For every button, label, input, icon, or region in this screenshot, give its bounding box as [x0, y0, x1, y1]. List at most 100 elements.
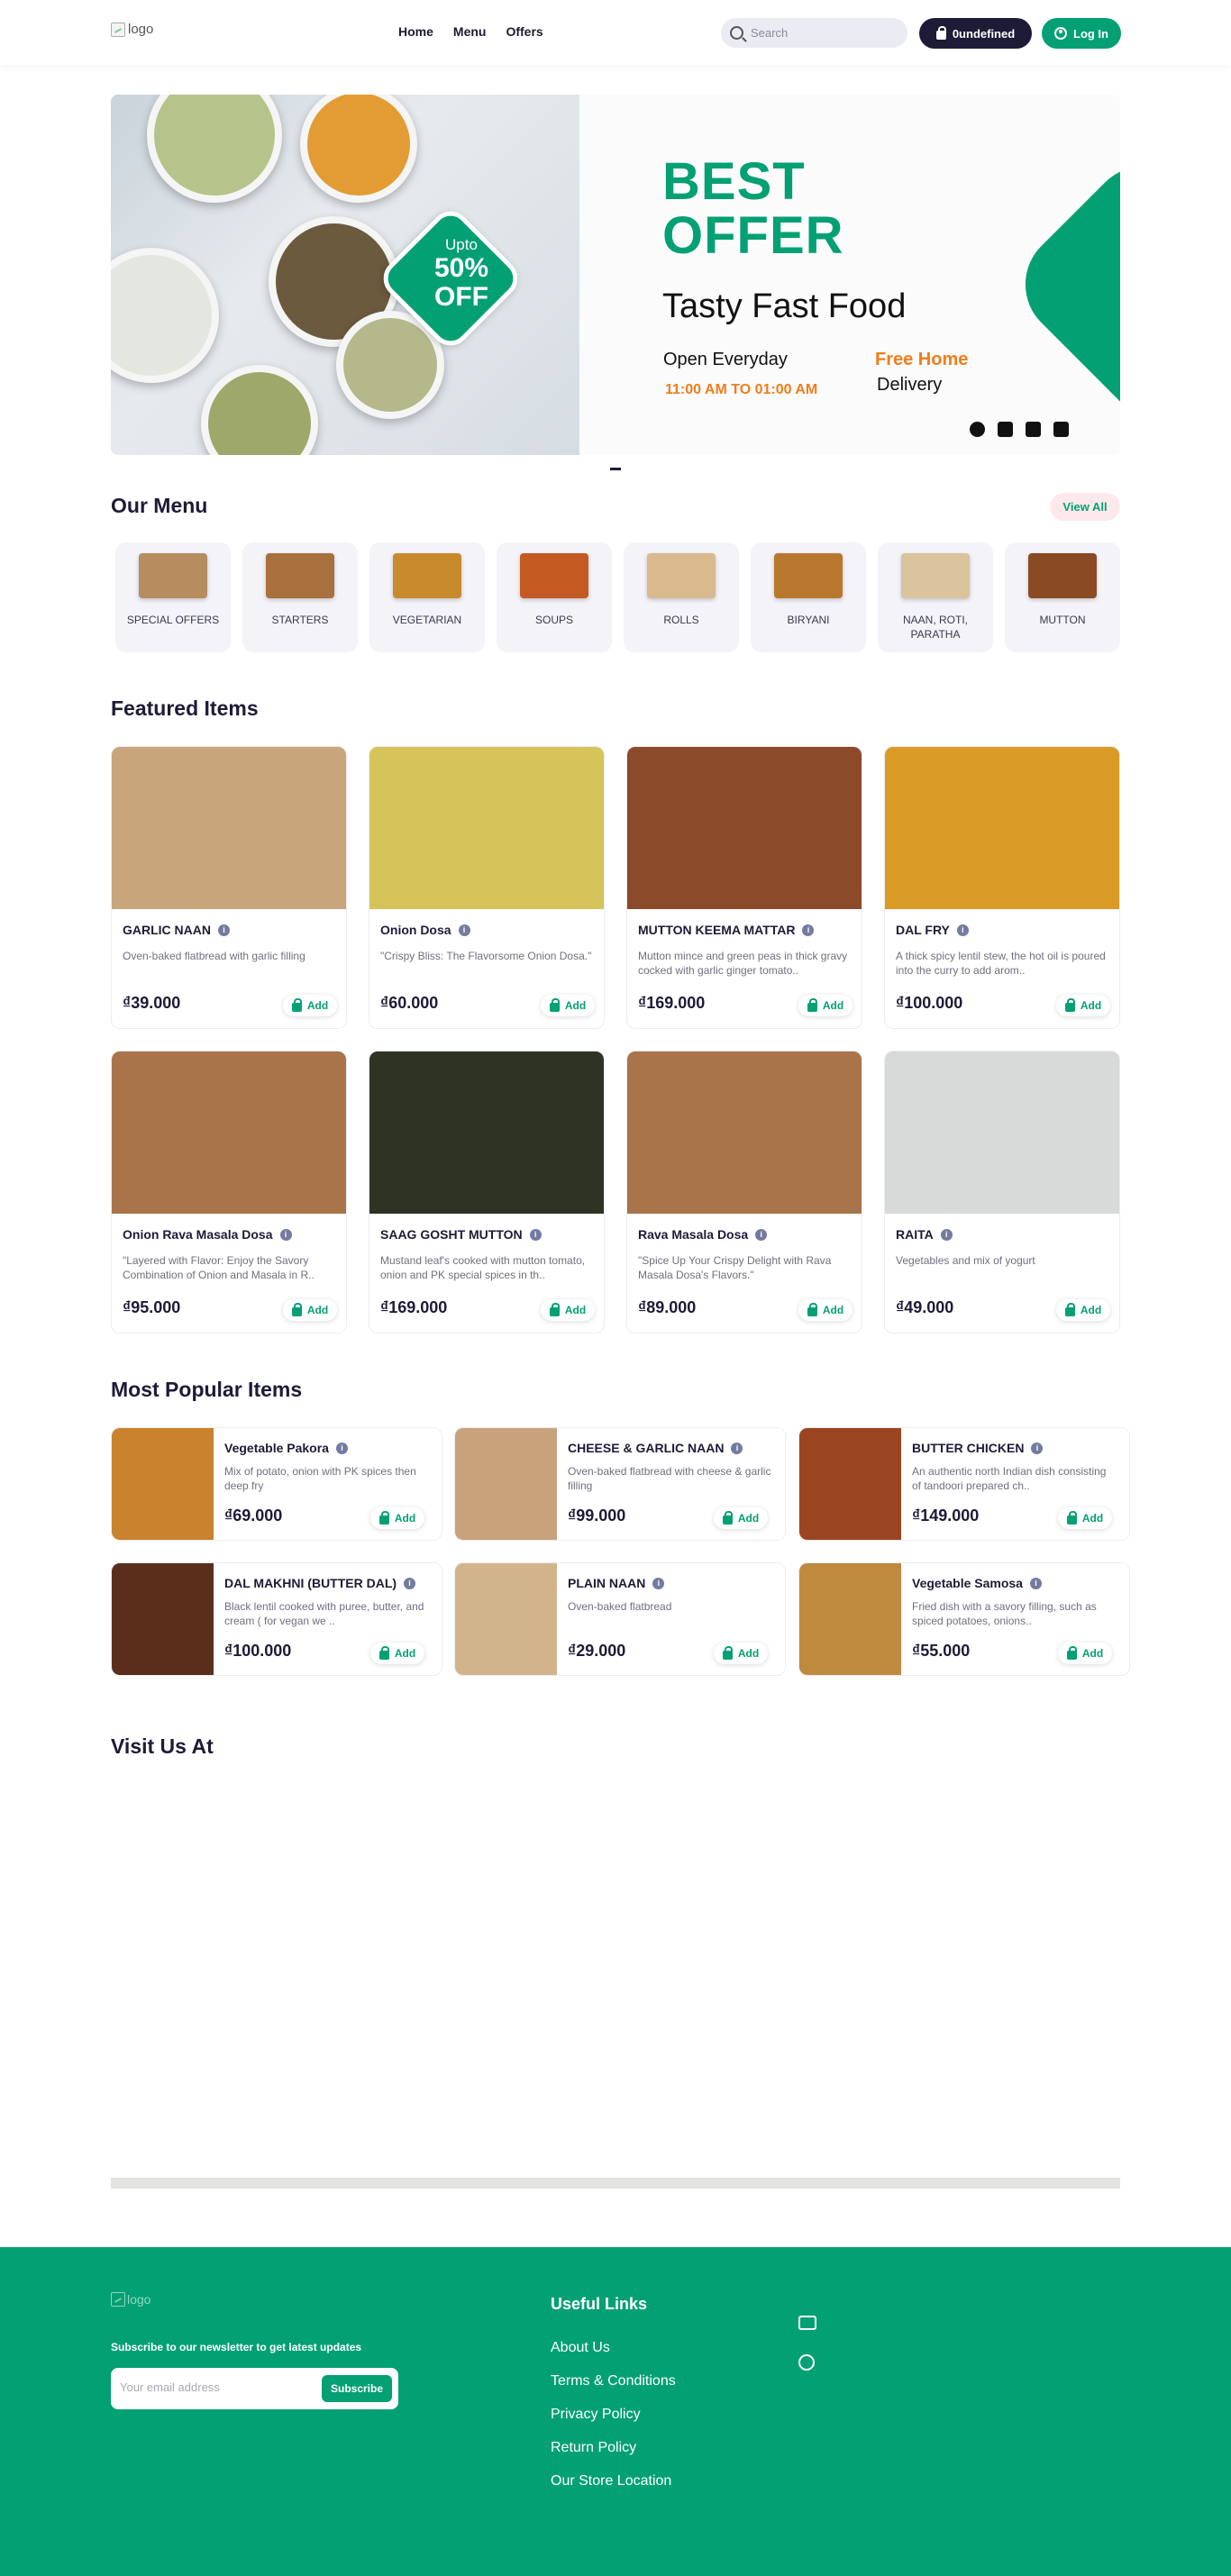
info-icon[interactable]: i	[404, 1577, 416, 1589]
item-price: ₫95.000	[123, 1298, 181, 1316]
login-button[interactable]: Log In	[1042, 18, 1121, 49]
nav-home[interactable]: Home	[398, 24, 433, 39]
add-button[interactable]: Add	[283, 1299, 337, 1321]
info-icon[interactable]: i	[335, 1442, 348, 1454]
info-icon[interactable]: i	[458, 924, 470, 936]
featured-item-card[interactable]: Onion Rava Masala Dosa i "Layered with Fl…	[111, 1051, 347, 1334]
add-button[interactable]: Add	[1056, 1299, 1110, 1321]
featured-item-card[interactable]: Onion Dosa i "Crispy Bliss: The Flavorsom…	[369, 746, 605, 1029]
featured-item-card[interactable]: DAL FRY i A thick spicy lentil stew, the …	[884, 746, 1120, 1029]
shopping-bag-icon	[1066, 1510, 1077, 1525]
popular-item-card[interactable]: BUTTER CHICKEN i An authentic north India…	[798, 1427, 1130, 1541]
whatsapp-icon[interactable]	[970, 422, 985, 437]
dish-salad-2	[201, 365, 318, 455]
subscribe-button[interactable]: Subscribe	[322, 2375, 392, 2402]
category-label: SOUPS	[534, 614, 573, 626]
broken-image-icon	[111, 2292, 125, 2307]
mail-icon[interactable]	[798, 2316, 816, 2330]
email-input[interactable]	[120, 2380, 300, 2394]
cart-button[interactable]: 0undefined	[919, 18, 1032, 49]
facebook-icon[interactable]	[1053, 422, 1069, 437]
hero-banner[interactable]	[111, 95, 1120, 455]
add-button[interactable]: Add	[1058, 1643, 1112, 1664]
add-button[interactable]: Add	[1056, 995, 1110, 1016]
add-button[interactable]: Add	[370, 1507, 424, 1529]
item-name: BUTTER CHICKEN	[912, 1441, 1025, 1455]
item-image	[455, 1563, 557, 1675]
view-all-button[interactable]: View All	[1050, 493, 1120, 521]
add-button[interactable]: Add	[714, 1643, 768, 1664]
add-button[interactable]: Add	[798, 1299, 853, 1321]
add-button[interactable]: Add	[370, 1643, 424, 1664]
nav-menu[interactable]: Menu	[453, 24, 487, 39]
logo-alt-text: logo	[128, 22, 154, 37]
twitter-icon[interactable]	[998, 422, 1013, 437]
info-icon[interactable]: i	[1029, 1577, 1042, 1589]
item-name: Rava Masala Dosa	[638, 1227, 749, 1242]
add-button[interactable]: Add	[798, 995, 853, 1016]
link-return-policy[interactable]: Return Policy	[551, 2440, 676, 2456]
logo[interactable]: logo	[111, 22, 153, 37]
category-card[interactable]: STARTERS	[242, 542, 358, 652]
popular-item-card[interactable]: DAL MAKHNI (BUTTER DAL) i Black lentil co…	[111, 1562, 442, 1676]
featured-item-card[interactable]: GARLIC NAAN i Oven-baked flatbread with g…	[111, 746, 347, 1029]
info-icon[interactable]: i	[731, 1442, 743, 1454]
link-terms[interactable]: Terms & Conditions	[551, 2373, 676, 2389]
category-card[interactable]: ROLLS	[624, 542, 739, 652]
instagram-icon[interactable]	[1026, 422, 1041, 437]
item-price: ₫60.000	[380, 994, 439, 1012]
info-icon[interactable]: i	[218, 924, 230, 936]
featured-item-card[interactable]: SAAG GOSHT MUTTON i Mustand leaf's cooked…	[369, 1051, 605, 1334]
info-icon[interactable]: i	[940, 1228, 953, 1241]
featured-item-card[interactable]: RAITA i Vegetables and mix of yogurt ₫49.…	[884, 1051, 1120, 1334]
item-name: GARLIC NAAN	[123, 923, 211, 937]
popular-item-card[interactable]: PLAIN NAAN i Oven-baked flatbread ₫29.000…	[454, 1562, 786, 1676]
broken-image-icon	[111, 22, 125, 37]
category-label: STARTERS	[271, 614, 329, 626]
item-price: ₫49.000	[896, 1298, 954, 1316]
popular-item-card[interactable]: Vegetable Pakora i Mix of potato, onion w…	[111, 1427, 442, 1541]
info-icon[interactable]: i	[1031, 1442, 1044, 1454]
nav-offers[interactable]: Offers	[506, 24, 543, 39]
search-input[interactable]	[751, 26, 886, 40]
item-name-row: BUTTER CHICKEN i	[912, 1441, 1044, 1455]
add-button[interactable]: Add	[541, 1299, 595, 1321]
category-card[interactable]: BIRYANI	[751, 542, 866, 652]
banner-open: Open Everyday	[663, 350, 788, 369]
category-card[interactable]: MUTTON	[1005, 542, 1120, 652]
add-button[interactable]: Add	[283, 995, 337, 1016]
category-card[interactable]: SOUPS	[497, 542, 612, 652]
carousel-indicator[interactable]	[610, 468, 621, 470]
map-scrollbar[interactable]	[111, 2178, 1120, 2189]
headset-icon[interactable]	[798, 2354, 815, 2371]
shopping-bag-icon	[935, 25, 946, 40]
info-icon[interactable]: i	[529, 1228, 542, 1241]
add-button[interactable]: Add	[1058, 1507, 1112, 1529]
info-icon[interactable]: i	[279, 1228, 292, 1241]
footer-logo[interactable]: logo	[111, 2292, 150, 2307]
featured-item-card[interactable]: MUTTON KEEMA MATTAR i Mutton mince and gr…	[626, 746, 862, 1029]
category-thumbnail	[266, 553, 334, 598]
info-icon[interactable]: i	[755, 1228, 768, 1241]
add-button[interactable]: Add	[714, 1507, 768, 1529]
item-name: Onion Dosa	[380, 923, 451, 937]
item-name-row: MUTTON KEEMA MATTAR i	[638, 923, 815, 937]
category-card[interactable]: SPECIAL OFFERS	[115, 542, 231, 652]
category-card[interactable]: NAAN, ROTI, PARATHA	[878, 542, 993, 652]
item-image	[112, 1563, 214, 1675]
category-card[interactable]: VEGETARIAN	[369, 542, 485, 652]
item-description: Mustand leaf's cooked with mutton tomato…	[380, 1254, 586, 1281]
info-icon[interactable]: i	[956, 924, 969, 936]
search-box[interactable]	[721, 18, 907, 48]
add-label: Add	[306, 999, 329, 1012]
link-privacy[interactable]: Privacy Policy	[551, 2407, 676, 2423]
info-icon[interactable]: i	[652, 1577, 665, 1589]
info-icon[interactable]: i	[802, 924, 815, 936]
link-store-location[interactable]: Our Store Location	[551, 2473, 676, 2490]
category-label: BIRYANI	[787, 614, 830, 626]
add-button[interactable]: Add	[541, 995, 595, 1016]
featured-item-card[interactable]: Rava Masala Dosa i "Spice Up Your Crispy …	[626, 1051, 862, 1334]
link-about-us[interactable]: About Us	[551, 2340, 676, 2356]
popular-item-card[interactable]: Vegetable Samosa i Fried dish with a savo…	[798, 1562, 1130, 1676]
popular-item-card[interactable]: CHEESE & GARLIC NAAN i Oven-baked flatbre…	[454, 1427, 786, 1541]
